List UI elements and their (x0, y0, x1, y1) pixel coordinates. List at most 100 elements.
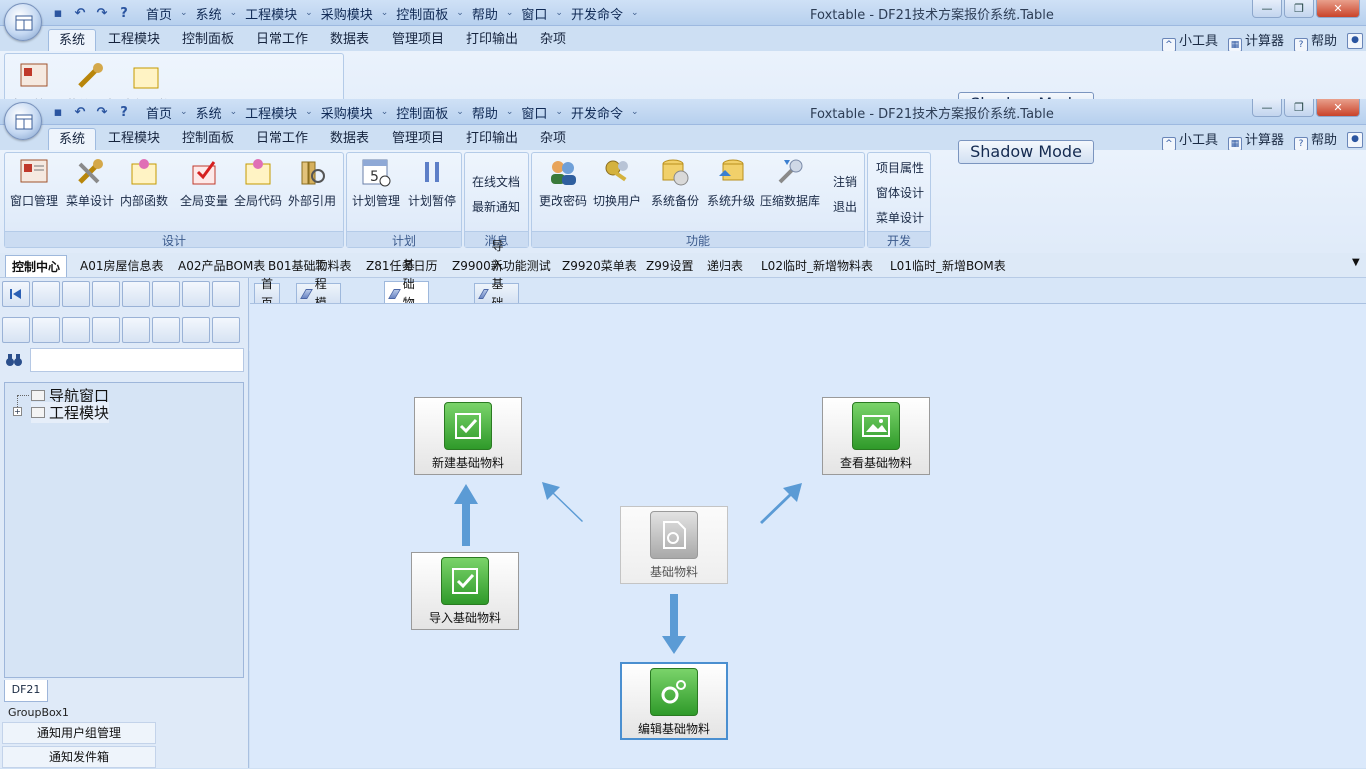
online-doc-button[interactable]: 在线文档 (472, 173, 520, 190)
nav-slot[interactable] (62, 281, 90, 307)
restore-button[interactable]: ❐ (1284, 99, 1314, 117)
form-design-button[interactable]: 窗体设计 (876, 184, 924, 201)
tool-calc[interactable]: ▦ 计算器 (1227, 30, 1284, 52)
page-tab-home[interactable]: 首页 (254, 277, 281, 310)
latest-notice-button[interactable]: 最新通知 (472, 198, 520, 215)
menu-design-small-button[interactable]: 菜单设计 (876, 209, 924, 226)
window-manage-button[interactable]: 窗口管理 (7, 60, 61, 99)
tab-project[interactable]: 工程模块 (98, 29, 170, 51)
qmenu-dev[interactable]: 开发命令 (567, 103, 627, 122)
page-tab-project[interactable]: 工程模块 (296, 258, 342, 329)
doctab-a02[interactable]: A02产品BOM表 (178, 257, 265, 274)
qmenu-project[interactable]: 工程模块 (241, 103, 301, 122)
system-upgrade-button[interactable]: 系统升级 (704, 156, 758, 212)
global-var-button[interactable]: 全局变量 (177, 156, 231, 212)
qmenu-project[interactable]: 工程模块 (241, 4, 301, 23)
doctab-z9920[interactable]: Z9920菜单表 (562, 257, 637, 274)
tool-help[interactable]: ? 帮助 (1293, 129, 1337, 151)
tab-df21[interactable]: DF21 (4, 680, 48, 702)
nav-slot[interactable] (182, 281, 210, 307)
doctab-b01[interactable]: B01基础物料表 (268, 257, 352, 274)
help-icon[interactable]: ? (116, 104, 132, 120)
undo-icon[interactable]: ↶ (72, 5, 88, 21)
tab-control[interactable]: 控制面板 (172, 29, 244, 51)
tab-daily[interactable]: 日常工作 (246, 128, 318, 150)
doctab-control-center[interactable]: 控制中心 (5, 255, 68, 277)
compress-db-button[interactable]: 压缩数据库 (760, 156, 820, 212)
nav-slot[interactable] (152, 317, 180, 343)
nav-slot[interactable] (92, 317, 120, 343)
nav-slot[interactable] (2, 317, 30, 343)
tool-small[interactable]: ^ 小工具 (1161, 129, 1218, 151)
tool-help[interactable]: ? 帮助 (1293, 30, 1337, 52)
app-orb-button[interactable] (4, 102, 42, 140)
undo-icon[interactable]: ↶ (72, 104, 88, 120)
app-orb-button[interactable] (4, 3, 42, 41)
tool-calc[interactable]: ▦ 计算器 (1227, 129, 1284, 151)
qmenu-window[interactable]: 窗口 (517, 103, 551, 122)
tab-manage[interactable]: 管理项目 (382, 128, 454, 150)
window-manage-button[interactable]: 窗口管理 (7, 156, 61, 212)
logout-button[interactable]: 注销 (833, 173, 857, 190)
doctab-z99[interactable]: Z99设置 (646, 257, 694, 274)
minimize-button[interactable]: — (1252, 0, 1282, 18)
qmenu-control[interactable]: 控制面板 (392, 103, 452, 122)
users-icon[interactable]: ● (1347, 33, 1363, 49)
tab-misc[interactable]: 杂项 (530, 29, 576, 51)
tab-datatable[interactable]: 数据表 (320, 128, 379, 150)
save-icon[interactable]: ▪ (50, 104, 66, 120)
nav-slot[interactable] (122, 317, 150, 343)
nav-slot[interactable] (212, 281, 240, 307)
save-icon[interactable]: ▪ (50, 5, 66, 21)
doctab-z81[interactable]: Z81任务日历 (366, 257, 438, 274)
qmenu-home[interactable]: 首页 (142, 4, 176, 23)
external-ref-button[interactable]: 外部引用 (285, 156, 339, 212)
exit-button[interactable]: 退出 (833, 198, 857, 215)
qmenu-control[interactable]: 控制面板 (392, 4, 452, 23)
nav-slot[interactable] (212, 317, 240, 343)
nav-slot[interactable] (152, 281, 180, 307)
tab-control[interactable]: 控制面板 (172, 128, 244, 150)
system-backup-button[interactable]: 系统备份 (648, 156, 702, 212)
qmenu-dev[interactable]: 开发命令 (567, 4, 627, 23)
qmenu-window[interactable]: 窗口 (517, 4, 551, 23)
search-input[interactable] (30, 348, 244, 372)
tab-misc[interactable]: 杂项 (530, 128, 576, 150)
menu-design-button[interactable]: 菜单设计 (63, 156, 117, 212)
doctab-a01[interactable]: A01房屋信息表 (80, 257, 163, 274)
tab-manage[interactable]: 管理项目 (382, 29, 454, 51)
close-button[interactable]: ✕ (1316, 99, 1360, 117)
tab-project[interactable]: 工程模块 (98, 128, 170, 150)
first-record-icon[interactable] (2, 281, 30, 307)
qmenu-purchase[interactable]: 采购模块 (317, 4, 377, 23)
nav-slot[interactable] (122, 281, 150, 307)
tab-overflow-icon[interactable]: ▼ (1352, 257, 1360, 268)
project-props-button[interactable]: 项目属性 (876, 159, 924, 176)
qmenu-home[interactable]: 首页 (142, 103, 176, 122)
inner-func-button[interactable]: 内部函数 (117, 156, 171, 212)
tab-daily[interactable]: 日常工作 (246, 29, 318, 51)
page-tab-material[interactable]: 基础物料 (384, 258, 430, 329)
shadow-mode-button[interactable]: Shadow Mode (958, 140, 1094, 164)
plan-pause-button[interactable]: 计划暂停 (405, 156, 459, 212)
doctab-recursive[interactable]: 递归表 (707, 257, 743, 274)
expand-icon[interactable]: + (13, 407, 22, 416)
plan-manage-button[interactable]: 5 计划管理 (349, 156, 403, 212)
redo-icon[interactable]: ↷ (94, 104, 110, 120)
nav-slot[interactable] (32, 281, 60, 307)
switch-user-button[interactable]: 切换用户 (590, 156, 644, 212)
minimize-button[interactable]: — (1252, 99, 1282, 117)
doctab-l02[interactable]: L02临时_新增物料表 (761, 257, 873, 274)
tab-system[interactable]: 系统 (48, 128, 97, 150)
tab-print[interactable]: 打印输出 (456, 128, 528, 150)
shadow-mode-button[interactable]: Shadow Mode (958, 92, 1094, 99)
help-icon[interactable]: ? (116, 5, 132, 21)
doctab-l01[interactable]: L01临时_新增BOM表 (890, 257, 1006, 274)
notify-usergroup-button[interactable]: 通知用户组管理 (2, 722, 156, 744)
inner-func-button[interactable]: 内部函数 (119, 60, 173, 99)
tab-system[interactable]: 系统 (48, 29, 97, 51)
qmenu-system[interactable]: 系统 (192, 4, 226, 23)
notify-outbox-button[interactable]: 通知发件箱 (2, 746, 156, 768)
close-button[interactable]: ✕ (1316, 0, 1360, 18)
nav-slot[interactable] (182, 317, 210, 343)
